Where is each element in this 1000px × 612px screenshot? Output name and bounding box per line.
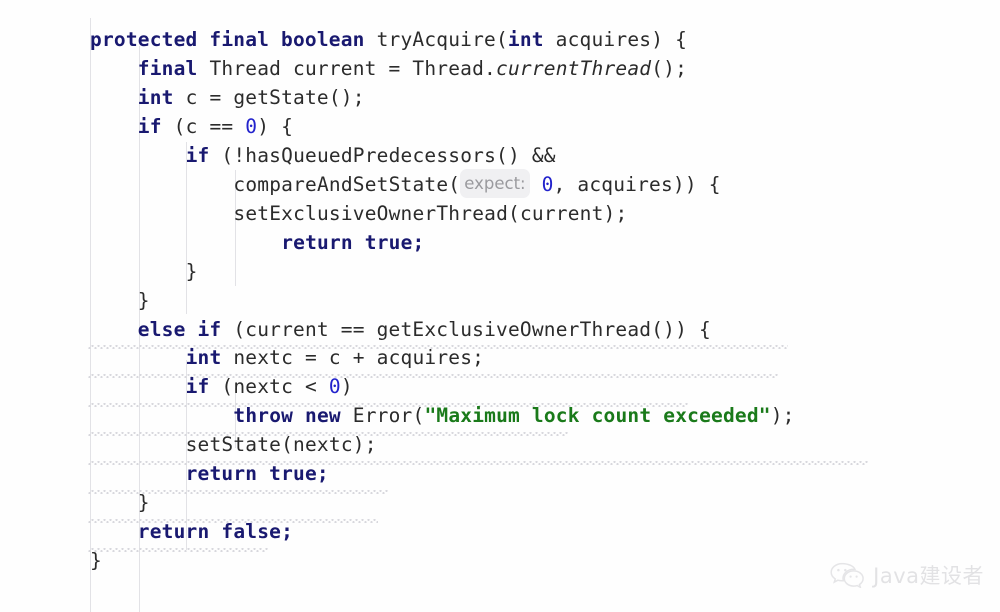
code-line[interactable]: if (!hasQueuedPredecessors() && bbox=[186, 141, 556, 170]
code-text: tryAcquire( bbox=[364, 28, 508, 51]
code-line[interactable]: } bbox=[90, 546, 102, 575]
code-text: } bbox=[90, 549, 102, 573]
code-static-method: currentThread bbox=[496, 56, 652, 80]
code-keyword: final bbox=[137, 56, 198, 80]
code-line[interactable]: return true; bbox=[186, 459, 329, 488]
code-keyword: return true; bbox=[281, 230, 425, 254]
code-text: (!hasQueuedPredecessors() && bbox=[209, 143, 556, 167]
inspection-squiggle-4 bbox=[88, 490, 388, 494]
code-line[interactable]: setExclusiveOwnerThread(current); bbox=[233, 199, 627, 228]
code-line[interactable]: int c = getState(); bbox=[138, 83, 365, 112]
watermark: Java建设者 bbox=[830, 560, 984, 590]
code-keyword: throw new bbox=[233, 404, 341, 428]
code-text: , acquires)) { bbox=[553, 172, 721, 196]
code-keyword: int bbox=[137, 85, 174, 109]
code-keyword: if bbox=[137, 114, 162, 138]
code-line[interactable]: int nextc = c + acquires; bbox=[186, 343, 485, 372]
code-line[interactable]: if (c == 0) { bbox=[138, 112, 293, 141]
code-string: "Maximum lock count exceeded" bbox=[424, 404, 771, 428]
indent-guide-0 bbox=[90, 18, 91, 612]
code-text: (current == getExclusiveOwnerThread()) { bbox=[221, 317, 711, 341]
code-keyword: protected final boolean bbox=[90, 28, 365, 51]
code-text: setExclusiveOwnerThread(current); bbox=[233, 201, 628, 225]
code-keyword: return false; bbox=[137, 520, 294, 544]
code-line[interactable]: return true; bbox=[281, 228, 424, 257]
code-keyword: return true; bbox=[185, 462, 329, 486]
code-line[interactable]: throw new Error("Maximum lock count exce… bbox=[233, 401, 794, 430]
code-number: 0 bbox=[245, 114, 258, 138]
code-line[interactable]: } bbox=[138, 286, 150, 315]
code-text: Error( bbox=[340, 404, 425, 428]
code-text: nextc = c + acquires; bbox=[221, 346, 485, 370]
code-line[interactable]: protected final boolean tryAcquire(int a… bbox=[90, 25, 687, 54]
code-keyword: else if bbox=[137, 317, 222, 341]
code-text: compareAndSetState( bbox=[233, 172, 461, 196]
code-text: (nextc < bbox=[209, 375, 329, 399]
code-line[interactable]: if (nextc < 0) bbox=[186, 372, 353, 401]
code-line[interactable]: } bbox=[138, 488, 150, 517]
code-text: ) { bbox=[257, 114, 294, 138]
code-text: } bbox=[137, 491, 150, 515]
wechat-icon bbox=[830, 562, 864, 588]
code-text: } bbox=[137, 288, 150, 312]
code-line[interactable]: compareAndSetState(expect: 0, acquires))… bbox=[233, 169, 721, 200]
code-text: Thread current = Thread. bbox=[197, 56, 496, 80]
code-number: 0 bbox=[328, 375, 341, 399]
code-text: (c == bbox=[161, 114, 246, 138]
code-line[interactable]: setState(nextc); bbox=[186, 430, 377, 459]
watermark-text: Java建设者 bbox=[873, 564, 984, 588]
code-screenshot: protected final boolean tryAcquire(int a… bbox=[0, 0, 1000, 612]
code-keyword: if bbox=[185, 375, 210, 399]
code-number: 0 bbox=[541, 172, 554, 196]
code-line[interactable]: } bbox=[186, 257, 198, 286]
code-text: acquires) { bbox=[543, 28, 688, 51]
code-keyword: if bbox=[185, 143, 210, 167]
inspection-squiggle-6 bbox=[88, 548, 268, 552]
code-line[interactable]: return false; bbox=[138, 517, 293, 546]
parameter-hint: expect: bbox=[460, 169, 530, 199]
code-text: (); bbox=[651, 56, 688, 80]
code-text: } bbox=[185, 259, 198, 283]
code-text: setState(nextc); bbox=[185, 433, 377, 457]
code-keyword: int bbox=[507, 28, 544, 51]
code-text: ); bbox=[770, 404, 795, 428]
code-line[interactable]: else if (current == getExclusiveOwnerThr… bbox=[138, 315, 711, 344]
code-text: c = getState(); bbox=[173, 85, 365, 109]
code-text: ) bbox=[340, 375, 353, 399]
code-keyword: int bbox=[185, 346, 222, 370]
code-line[interactable]: final Thread current = Thread.currentThr… bbox=[138, 54, 687, 83]
